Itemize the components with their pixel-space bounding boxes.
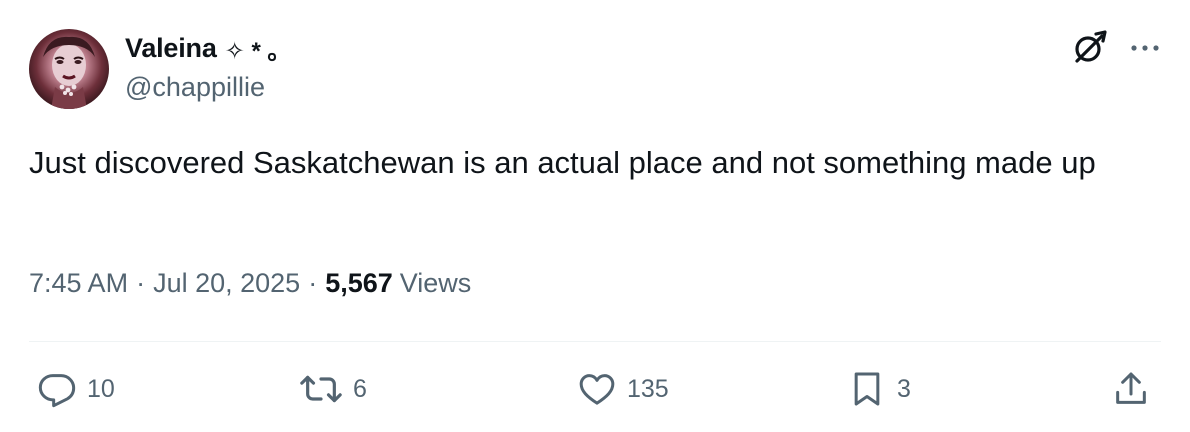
retweet-count: 6 — [353, 374, 367, 403]
like-count: 135 — [627, 374, 669, 403]
author-name-row[interactable]: Valeina ✧ * ｡ — [125, 30, 279, 66]
author-name-decoration: ✧ * ｡ — [224, 37, 280, 65]
retweet-button[interactable]: 6 — [299, 366, 367, 412]
tweet-card: Valeina ✧ * ｡ @chappillie Just discovere… — [0, 0, 1190, 432]
views-count: 5,567 — [325, 268, 393, 298]
reply-count: 10 — [87, 374, 115, 403]
share-button[interactable] — [1111, 366, 1151, 412]
tweet-time[interactable]: 7:45 AM — [29, 268, 128, 299]
avatar-image — [43, 36, 95, 109]
tweet-top-icons — [1072, 30, 1160, 66]
reply-icon — [37, 369, 77, 409]
tweet-meta: 7:45 AM · Jul 20, 2025 · 5,567 Views — [29, 268, 471, 299]
author-display-name[interactable]: Valeina — [125, 33, 217, 64]
action-bar: 10 6 135 3 — [29, 366, 1161, 412]
retweet-icon — [299, 369, 343, 409]
divider — [29, 341, 1161, 342]
heart-icon — [577, 369, 617, 409]
grok-icon[interactable] — [1072, 30, 1108, 66]
bookmark-button[interactable]: 3 — [847, 366, 911, 412]
share-icon — [1111, 369, 1151, 409]
bookmark-count: 3 — [897, 374, 911, 403]
bookmark-icon — [847, 369, 887, 409]
meta-separator: · — [308, 268, 318, 298]
tweet-date[interactable]: Jul 20, 2025 — [153, 268, 300, 299]
views-label: Views — [399, 268, 472, 298]
avatar[interactable] — [29, 29, 109, 109]
tweet-text: Just discovered Saskatchewan is an actua… — [29, 145, 1096, 180]
like-button[interactable]: 135 — [577, 366, 669, 412]
more-icon[interactable] — [1130, 43, 1160, 53]
meta-separator: · — [136, 268, 146, 298]
reply-button[interactable]: 10 — [37, 366, 115, 412]
author-handle[interactable]: @chappillie — [125, 72, 265, 103]
